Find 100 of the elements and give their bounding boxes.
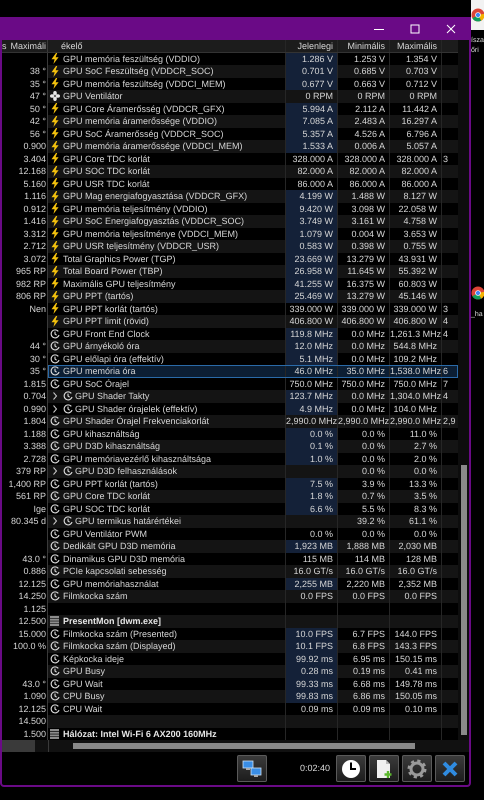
sensor-label[interactable]: PCIe kapcsolati sebesség — [63, 565, 167, 578]
sensor-label[interactable]: GPU Core TDC korlát — [63, 152, 150, 165]
table-row[interactable]: Filmkocka szám (Displayed) 10.1 FPS 6.8 FPS 143.3 FPS — [48, 640, 458, 652]
table-row[interactable]: GPU Ventilátor 0 RPM 0 RPM 0 RPM — [48, 90, 458, 102]
table-row[interactable]: CPU Busy 99.83 ms 6.86 ms 150.05 ms — [48, 690, 458, 702]
sensor-label[interactable]: Képkocka ideje — [63, 652, 124, 665]
settings-button[interactable] — [402, 755, 432, 782]
column-header[interactable]: Jelenlegi — [286, 40, 338, 52]
sensor-label[interactable]: GPU Ventilátor — [63, 90, 123, 102]
sensor-label[interactable]: GPU memória feszültség (VDDCI_MEM) — [63, 78, 226, 90]
selected-row[interactable]: GPU memória óra 46.0 MHz 35.0 MHz 1,538.0 MHz 6 — [48, 365, 458, 378]
sensor-label[interactable]: GPU SOC TDC korlát — [63, 502, 150, 515]
scrollbar-thumb[interactable] — [460, 465, 467, 735]
sensor-label[interactable]: Filmkocka szám (Presented) — [63, 628, 178, 640]
sensor-label[interactable]: GPU Wait — [63, 678, 103, 690]
sensor-label[interactable]: GPU SoC Órajel — [63, 378, 130, 390]
table-row[interactable]: GPU USR teljesítmény (VDDCR_USR) 0.583 W 0.398 W 0.755 W — [48, 240, 458, 252]
clock-button[interactable] — [336, 755, 366, 782]
expand-chevron-icon[interactable] — [52, 392, 58, 400]
group-label[interactable]: PresentMon [dwm.exe] — [63, 615, 162, 628]
report-button[interactable] — [369, 755, 399, 782]
sensor-label[interactable]: GPU memóriavezérlő kihasználtsága — [63, 452, 212, 465]
table-row[interactable]: GPU PPT (tartós) 25.469 W 13.279 W 45.146 W — [48, 290, 458, 302]
sensor-label[interactable]: CPU Wait — [63, 702, 102, 715]
scrollbar-thumb[interactable] — [2, 740, 35, 752]
settings-icon[interactable] — [407, 758, 427, 778]
table-row[interactable]: Dedikált GPU D3D memória 1,923 MB 1,888 MB 2,030 MB — [48, 540, 458, 552]
sensor-label[interactable]: GPU USR TDC korlát — [63, 178, 150, 190]
sensor-label[interactable]: GPU kihasználtság — [63, 428, 140, 440]
sensor-label[interactable]: GPU Core Áramerősség (VDDCR_GFX) — [63, 102, 225, 115]
sensor-label[interactable]: GPU PPT korlát (tartós) — [63, 478, 158, 490]
sensor-label[interactable]: GPU memória feszültség (VDDIO) — [63, 52, 200, 65]
sensor-label[interactable]: GPU PPT (tartós) — [63, 290, 134, 302]
close-icon[interactable] — [441, 760, 459, 778]
expand-chevron-icon[interactable] — [52, 467, 58, 476]
table-row[interactable]: Filmkocka szám 0.0 FPS 0.0 FPS 0.0 FPS — [48, 590, 458, 602]
table-row[interactable]: GPU memória áramerőssége (VDDIO) 7.085 A 2.483 A 16.297 A — [48, 115, 458, 128]
document-plus-icon[interactable] — [375, 758, 393, 778]
network-button[interactable] — [236, 755, 267, 782]
sensor-label[interactable]: GPU memória óra — [63, 365, 136, 378]
table-row[interactable]: GPU memória áramerőssége (VDDCI_MEM) 1.533 A 0.006 A 5.057 A — [48, 140, 458, 152]
horizontal-scrollbar[interactable] — [49, 740, 469, 752]
sensor-label[interactable]: GPU SOC TDC korlát — [63, 165, 150, 178]
sensor-label[interactable]: CPU Busy — [63, 690, 105, 702]
sensor-label[interactable]: GPU USR teljesítmény (VDDCR_USR) — [63, 240, 220, 252]
two-monitors-icon[interactable] — [242, 760, 262, 778]
sensor-label[interactable]: Dinamikus GPU D3D memória — [63, 552, 186, 565]
group-label[interactable]: Hálózat: Intel Wi-Fi 6 AX200 160MHz — [63, 728, 217, 740]
table-row[interactable]: PCIe kapcsolati sebesség 16.0 GT/s 16.0 GT/s 16.0 GT/s — [48, 565, 458, 578]
sensor-label[interactable]: GPU SoC Áramerősség (VDDCR_SOC) — [63, 128, 224, 140]
column-header[interactable]: Maximális — [390, 40, 442, 52]
sensor-label[interactable]: GPU Front End Clock — [63, 328, 150, 340]
sensor-label[interactable]: GPU Shader Takty — [75, 390, 150, 402]
table-row[interactable]: GPU Shader Órajel Frekvenciakorlát 2,990.0 MHz2,990.0 MHz2,990.0 MHz 2,9 — [48, 415, 458, 428]
table-row[interactable]: GPU PPT limit (rövid) 406.800 W 406.800 W 406.800 W 4 — [48, 315, 458, 328]
sensor-label[interactable]: Filmkocka szám — [63, 590, 128, 602]
clock-icon[interactable] — [341, 758, 361, 778]
table-row[interactable]: GPU Core TDC korlát 1.8 % 0.7 % 3.5 % — [48, 490, 458, 502]
sensor-label[interactable]: GPU memória áramerőssége (VDDCI_MEM) — [63, 140, 243, 152]
table-row[interactable]: GPU D3D felhasználások 0.0 % 0.0 % — [48, 465, 458, 478]
sensor-label[interactable]: GPU SoC Energiafogyasztás (VDDCR_SOC) — [63, 215, 244, 228]
vertical-scrollbar[interactable] — [458, 40, 469, 740]
column-header[interactable]: ékelő — [61, 40, 83, 52]
table-row[interactable]: GPU árnyékoló óra 12.0 MHz 0.0 MHz 544.8 MHz — [48, 340, 458, 352]
sensor-label[interactable]: GPU Shader Órajel Frekvenciakorlát — [63, 415, 210, 428]
sensor-label[interactable]: Maximális GPU teljesítmény — [63, 278, 176, 290]
sensor-label[interactable]: GPU Busy — [63, 665, 106, 678]
column-header[interactable]: s — [2, 40, 6, 52]
table-row[interactable]: GPU SoC Feszültség (VDDCR_SOC) 0.701 V 0.685 V 0.703 V — [48, 65, 458, 78]
sensor-label[interactable]: Total Graphics Power (TGP) — [63, 252, 176, 265]
column-header[interactable]: Maximáli — [10, 40, 46, 52]
table-row[interactable]: GPU Busy 0.28 ms 0.19 ms 0.41 ms — [48, 665, 458, 678]
sensor-label[interactable]: GPU memória teljesítménye (VDDCI_MEM) — [63, 228, 238, 240]
sensor-label[interactable]: Dedikált GPU D3D memória — [63, 540, 176, 552]
sensor-label[interactable]: GPU PPT korlát (tartós) — [63, 302, 158, 315]
table-row[interactable]: GPU Mag energiafogyasztása (VDDCR_GFX) 4.199 W 1.488 W 8.127 W — [48, 190, 458, 202]
sensor-label[interactable]: GPU D3D kihasználtság — [63, 440, 160, 452]
table-row[interactable]: GPU SOC TDC korlát 82.000 A 82.000 A 82.000 A — [48, 165, 458, 178]
table-row[interactable]: Total Board Power (TBP) 26.958 W 11.645 W 55.392 W — [48, 265, 458, 278]
sensor-label[interactable]: GPU memória teljesítmény (VDDIO) — [63, 202, 208, 215]
column-header[interactable]: Minimális — [338, 40, 390, 52]
expand-chevron-icon[interactable] — [52, 517, 58, 526]
table-row[interactable]: GPU SoC Energiafogyasztás (VDDCR_SOC) 3.749 W 3.161 W 4.758 W — [48, 215, 458, 228]
table-row[interactable]: GPU termikus határértékei 39.2 % 61.1 % — [48, 515, 458, 528]
sensor-label[interactable]: GPU memória áramerőssége (VDDIO) — [63, 115, 218, 128]
sensor-label[interactable]: GPU Mag energiafogyasztása (VDDCR_GFX) — [63, 190, 248, 202]
sensor-label[interactable]: GPU árnyékoló óra — [63, 340, 140, 352]
expand-chevron-icon[interactable] — [52, 404, 58, 413]
sensor-label[interactable]: Filmkocka szám (Displayed) — [63, 640, 176, 652]
app-icon[interactable] — [471, 286, 484, 300]
sensor-label[interactable]: GPU Shader órajelek (effektív) — [75, 402, 198, 415]
close-button[interactable] — [435, 755, 465, 782]
table-row[interactable]: GPU Shader Takty 123.7 MHz 0.0 MHz 1,304.0 MHz 4 — [48, 390, 458, 402]
sensor-label[interactable]: GPU Core TDC korlát — [63, 490, 150, 502]
sensor-label[interactable]: GPU SoC Feszültség (VDDCR_SOC) — [63, 65, 214, 78]
sensor-label[interactable]: GPU előlapi óra (effektív) — [63, 352, 164, 365]
sensor-label[interactable]: GPU D3D felhasználások — [75, 465, 178, 478]
sensor-label[interactable]: Total Board Power (TBP) — [63, 265, 163, 278]
scrollbar-thumb[interactable] — [73, 743, 415, 749]
table-row[interactable]: GPU D3D kihasználtság 0.1 % 0.0 % 2.7 % — [48, 440, 458, 452]
